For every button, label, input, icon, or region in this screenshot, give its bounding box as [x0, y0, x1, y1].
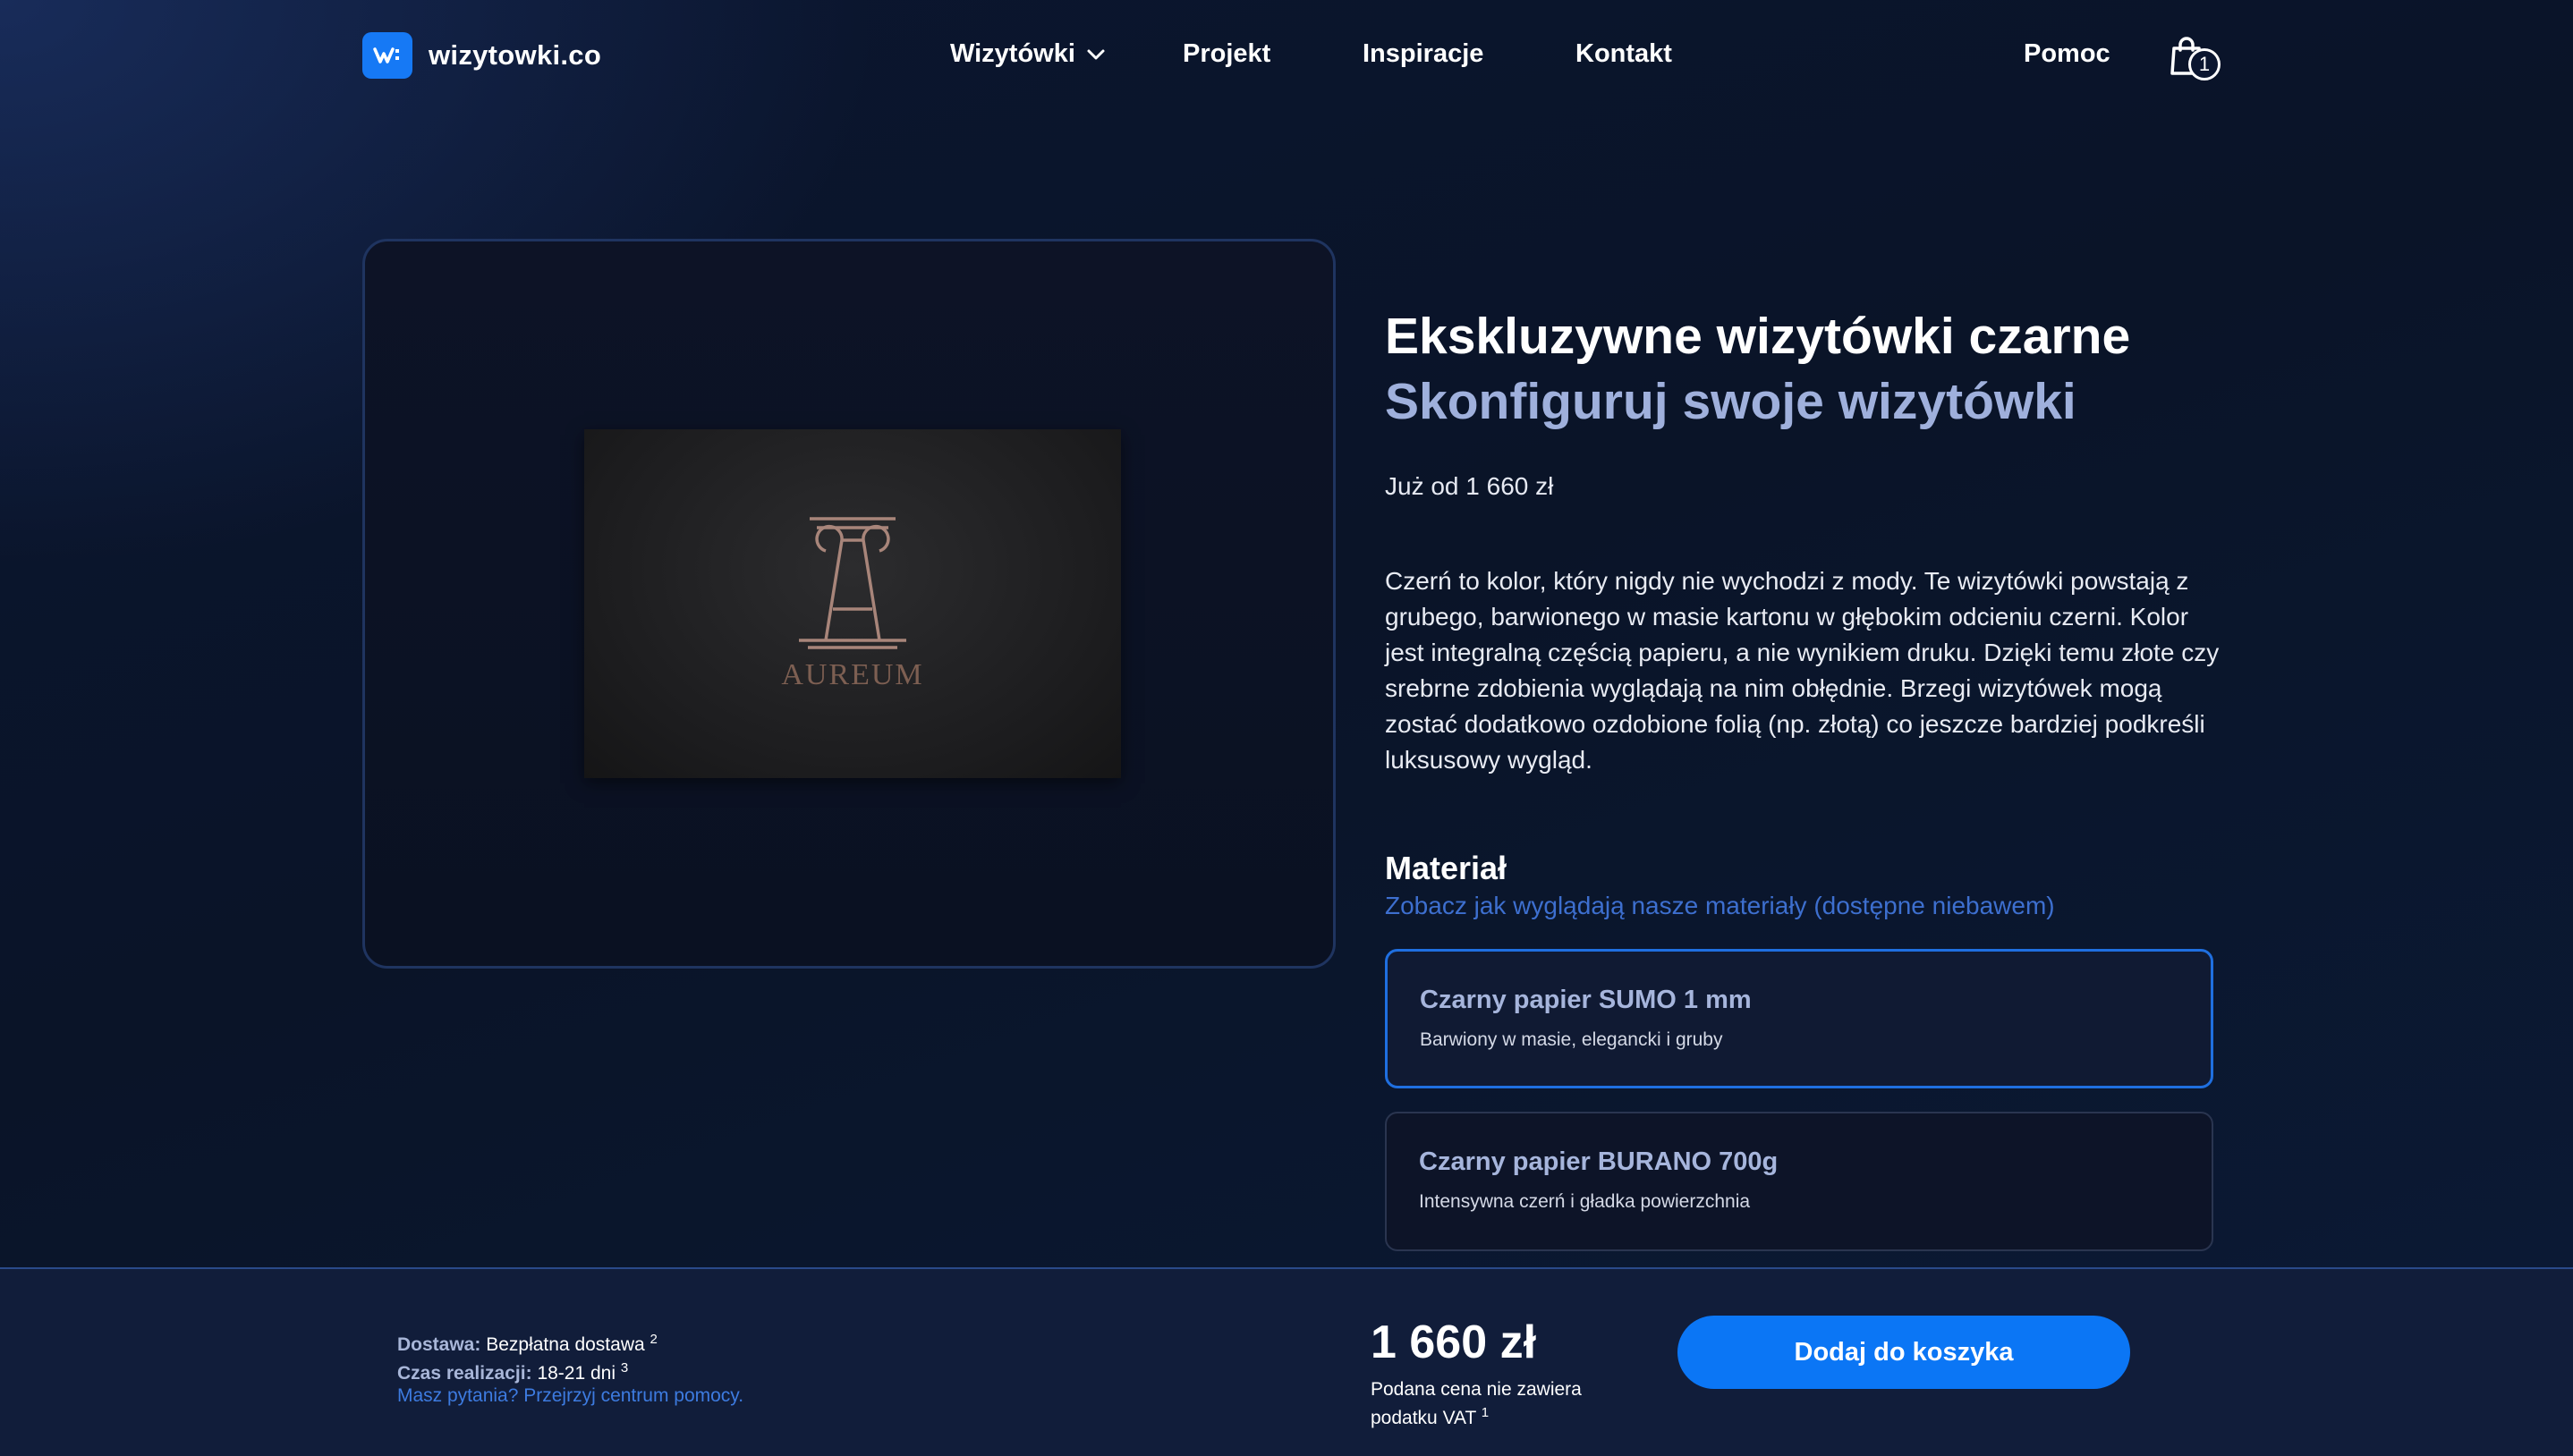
vat-note: Podana cena nie zawiera podatku VAT 1: [1371, 1378, 1612, 1430]
option-title: Czarny papier SUMO 1 mm: [1420, 986, 1752, 1014]
top-nav: wizytowki.co Wizytówki Projekt Inspiracj…: [0, 0, 2573, 116]
help-center-link[interactable]: Masz pytania? Przejrzyj centrum pomocy.: [397, 1385, 743, 1407]
materials-preview-link[interactable]: Zobacz jak wyglądają nasze materiały (do…: [1385, 892, 2055, 920]
option-subtitle: Intensywna czerń i gładka powierzchnia: [1419, 1191, 1751, 1212]
nav-item-kontakt[interactable]: Kontakt: [1575, 39, 1672, 69]
business-card-image: AUREUM: [584, 429, 1121, 778]
option-subtitle: Barwiony w masie, elegancki i gruby: [1420, 1029, 1723, 1050]
product-info: Ekskluzywne wizytówki czarne Skonfiguruj…: [1385, 304, 2226, 501]
card-brand-text: AUREUM: [781, 658, 924, 691]
logo-text: wizytowki.co: [429, 39, 602, 71]
nav-item-wizytowki[interactable]: Wizytówki: [950, 39, 1106, 69]
material-option-burano[interactable]: Czarny papier BURANO 700g Intensywna cze…: [1385, 1112, 2213, 1251]
material-option-sumo[interactable]: Czarny papier SUMO 1 mm Barwiony w masie…: [1385, 949, 2213, 1088]
nav-item-label: Inspiracje: [1363, 39, 1484, 68]
nav-item-label: Wizytówki: [950, 39, 1075, 68]
nav-item-inspiracje[interactable]: Inspiracje: [1363, 39, 1483, 69]
vat-footnote: 1: [1481, 1405, 1490, 1420]
help-label: Pomoc: [2024, 39, 2110, 68]
product-title: Ekskluzywne wizytówki czarne: [1385, 308, 2131, 365]
product-subtitle: Skonfiguruj swoje wizytówki: [1385, 373, 2076, 430]
option-title: Czarny papier BURANO 700g: [1419, 1147, 1779, 1176]
delivery-value: Bezpłatna dostawa: [486, 1334, 645, 1355]
product-image-panel: AUREUM: [362, 239, 1336, 969]
logo-mark-icon: [362, 32, 412, 79]
checkout-bar: Dostawa: Bezpłatna dostawa 2 Czas realiz…: [0, 1267, 2573, 1456]
product-description: Czerń to kolor, który nigdy nie wychodzi…: [1385, 567, 2220, 774]
cart-count-badge: 1: [2188, 48, 2221, 80]
help-link[interactable]: Pomoc: [2024, 39, 2110, 69]
time-footnote: 3: [620, 1360, 629, 1376]
price-from: Już od 1 660 zł: [1385, 472, 1554, 500]
nav-item-projekt[interactable]: Projekt: [1183, 39, 1270, 69]
nav-item-label: Kontakt: [1575, 39, 1672, 68]
total-price: 1 660 zł: [1371, 1316, 1537, 1368]
logo[interactable]: wizytowki.co: [362, 32, 601, 79]
time-value: 18-21 dni: [537, 1363, 616, 1384]
delivery-row: Dostawa: Bezpłatna dostawa 2: [397, 1328, 658, 1357]
time-row: Czas realizacji: 18-21 dni 3: [397, 1357, 658, 1385]
material-heading: Materiał: [1385, 850, 1507, 886]
time-label: Czas realizacji:: [397, 1363, 532, 1384]
column-logo-icon: [799, 517, 906, 649]
nav-item-label: Projekt: [1183, 39, 1271, 68]
delivery-label: Dostawa:: [397, 1334, 481, 1355]
delivery-footnote: 2: [650, 1332, 658, 1347]
delivery-info: Dostawa: Bezpłatna dostawa 2 Czas realiz…: [397, 1328, 658, 1385]
vat-note-text: Podana cena nie zawiera podatku VAT: [1371, 1379, 1582, 1428]
add-to-cart-button[interactable]: Dodaj do koszyka: [1677, 1316, 2130, 1389]
chevron-down-icon: [1087, 49, 1105, 59]
